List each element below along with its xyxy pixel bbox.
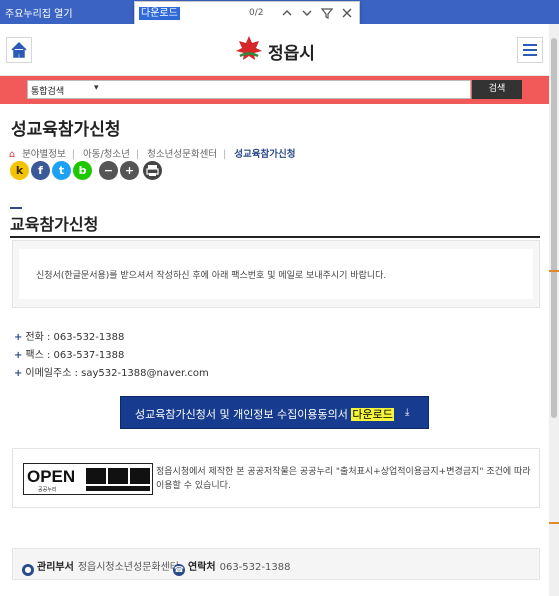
svg-text:OPEN: OPEN <box>27 467 75 486</box>
band-share-icon[interactable]: b <box>73 161 92 180</box>
open-license-text: 정읍시청에서 제작한 본 공공저작물은 공공누리 "출처표시+상업적이용금지+변… <box>156 467 531 491</box>
find-next-icon[interactable] <box>299 5 315 21</box>
filter-icon[interactable] <box>319 5 335 21</box>
plus-icon: + <box>14 368 23 379</box>
breadcrumb-current[interactable]: 성교육참가신청 <box>234 149 295 160</box>
section-title: 교육참가신청 <box>10 215 99 234</box>
scrollbar[interactable] <box>549 24 559 596</box>
logo-text: 정읍시 <box>268 44 315 64</box>
svg-text:공공누리: 공공누리 <box>38 486 56 493</box>
chevron-down-icon: ▾ <box>94 83 99 93</box>
page-manager-bar: ● 관리부서 정읍시청소년성문화센터 ☎ 연락처 063-532-1388 <box>12 548 540 580</box>
find-input[interactable]: 다운로드 <box>139 7 180 20</box>
phone-icon: ☎ <box>173 564 185 576</box>
scrollbar-thumb[interactable] <box>551 38 557 418</box>
notice-text: 신청서(한글문서용)를 받으셔서 작성하신 후에 아래 팩스번호 및 메일로 보… <box>36 271 387 281</box>
breadcrumb-item[interactable]: 청소년성문화센터 <box>147 149 217 160</box>
hamburger-icon <box>523 44 537 56</box>
page-title: 성교육참가신청 <box>11 120 121 140</box>
download-button[interactable]: 성교육참가신청서 및 개인정보 수집이용동의서 다운로드 ⤓ <box>120 396 429 429</box>
home-icon[interactable]: ⌂ <box>9 149 15 160</box>
find-match-marker <box>549 270 559 272</box>
find-prev-icon[interactable] <box>279 5 295 21</box>
site-logo[interactable]: 정읍시 <box>234 34 324 64</box>
search-button[interactable]: 검색 <box>472 80 522 99</box>
close-icon[interactable] <box>339 5 355 21</box>
search-bar: 통합검색 ▾ 검색 <box>0 76 559 104</box>
search-category-select[interactable]: 통합검색 ▾ <box>27 80 471 99</box>
breadcrumb-item[interactable]: 아동/청소년 <box>83 149 130 160</box>
find-match-marker <box>549 522 559 524</box>
open-license-box: OPEN 공공누리 정읍시청에서 제작한 본 공공저작물은 공공누리 "출처표시… <box>12 448 540 508</box>
download-label: 성교육참가신청서 및 개인정보 수집이용동의서 <box>135 408 352 421</box>
maple-leaf-icon <box>236 36 262 60</box>
plus-icon: + <box>14 332 23 343</box>
skip-link[interactable]: 주요누리집 열기 <box>5 5 73 20</box>
search-category-label: 통합검색 <box>31 87 65 97</box>
menu-button[interactable] <box>517 37 543 63</box>
zoom-out-icon[interactable]: − <box>99 161 118 180</box>
person-icon: ● <box>22 564 34 576</box>
breadcrumb: ⌂ 분야별정보 | 아동/청소년 | 청소년성문화센터 | 성교육참가신청 <box>9 149 296 160</box>
site-header: 정읍시 <box>0 24 559 76</box>
download-highlight: 다운로드 <box>351 408 394 421</box>
kakao-share-icon[interactable]: k <box>10 161 29 180</box>
notice-box: 신청서(한글문서용)를 받으셔서 작성하신 후에 아래 팩스번호 및 메일로 보… <box>12 240 540 308</box>
contact-fax: + 팩스 : 063-537-1388 <box>14 350 125 361</box>
twitter-share-icon[interactable]: t <box>52 161 71 180</box>
breadcrumb-item[interactable]: 분야별정보 <box>22 149 66 160</box>
find-bar: 다운로드 0/2 <box>134 1 360 25</box>
plus-icon: + <box>14 350 23 361</box>
section-title-accent <box>10 207 22 209</box>
zoom-in-icon[interactable]: + <box>120 161 139 180</box>
download-icon: ⤓ <box>405 407 410 418</box>
manager-dept: ● 관리부서 정읍시청소년성문화센터 <box>22 558 179 576</box>
facebook-share-icon[interactable]: f <box>31 161 50 180</box>
find-count: 0/2 <box>249 8 264 18</box>
home-button[interactable] <box>6 37 32 63</box>
home-icon <box>11 41 27 58</box>
manager-contact: ☎ 연락처 063-532-1388 <box>173 562 291 576</box>
contact-email: + 이메일주소 : say532-1388@naver.com <box>14 368 209 379</box>
open-license-logo: OPEN 공공누리 <box>23 463 153 495</box>
section-divider <box>10 236 540 238</box>
contact-phone: + 전화 : 063-532-1388 <box>14 332 125 343</box>
print-icon[interactable] <box>143 161 162 180</box>
